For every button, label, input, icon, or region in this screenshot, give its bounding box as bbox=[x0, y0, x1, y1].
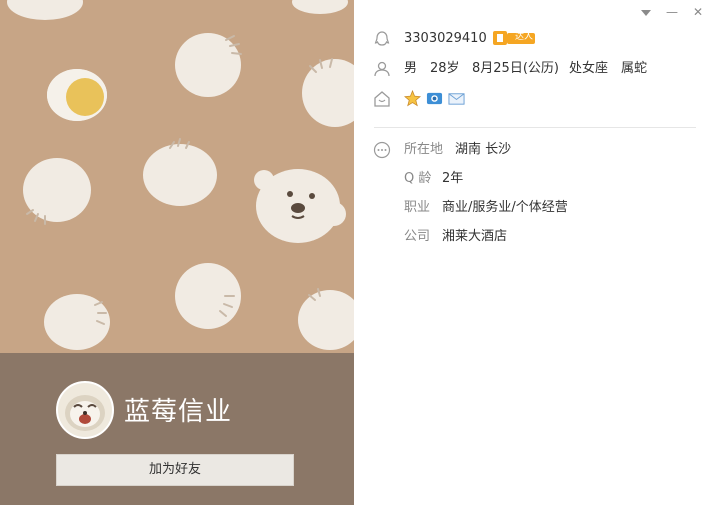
minimize-icon[interactable]: — bbox=[662, 2, 682, 22]
star-icon[interactable] bbox=[404, 90, 421, 107]
detail-value: 商业/服务业/个体经营 bbox=[442, 200, 568, 215]
service-icons-row bbox=[354, 88, 704, 110]
detail-row-company: 公司 湘莱大酒店 bbox=[354, 226, 704, 248]
detail-label: Q 龄 bbox=[404, 171, 432, 186]
more-icon bbox=[373, 141, 391, 159]
avatar-image bbox=[58, 383, 112, 437]
gender: 男 bbox=[404, 61, 418, 76]
home-icon bbox=[374, 91, 390, 107]
detail-row-qq-age: Q 龄 2年 bbox=[354, 168, 704, 190]
detail-value: 湖南 长沙 bbox=[455, 142, 512, 157]
divider bbox=[374, 127, 696, 128]
vip-badge[interactable]: 达人 bbox=[493, 30, 535, 54]
qq-penguin-icon bbox=[374, 31, 390, 46]
badge-label: 达人 bbox=[515, 32, 534, 42]
detail-label: 所在地 bbox=[404, 142, 444, 157]
person-icon bbox=[374, 61, 390, 77]
birthday: 8月25日(公历) bbox=[472, 61, 559, 76]
close-icon[interactable]: ✕ bbox=[688, 2, 704, 22]
avatar[interactable] bbox=[56, 381, 114, 439]
qq-number-row: 3303029410 达人 bbox=[354, 28, 704, 50]
detail-row-location: 所在地 湖南 长沙 bbox=[354, 139, 704, 161]
add-friend-button[interactable]: 加为好友 bbox=[56, 454, 294, 486]
detail-value: 湘莱大酒店 bbox=[442, 229, 508, 244]
age: 28岁 bbox=[430, 61, 460, 76]
chevron-down-icon[interactable] bbox=[636, 2, 656, 22]
detail-label: 职业 bbox=[404, 200, 431, 215]
mail-icon[interactable] bbox=[448, 90, 465, 107]
profile-left-panel: 蓝莓信业 加为好友 bbox=[0, 0, 354, 505]
profile-cover-image bbox=[0, 0, 354, 353]
nickname: 蓝莓信业 bbox=[124, 397, 233, 427]
dumpling-pattern-illustration bbox=[7, 0, 354, 350]
detail-label: 公司 bbox=[404, 229, 431, 244]
detail-row-occupation: 职业 商业/服务业/个体经营 bbox=[354, 197, 704, 219]
personal-info-row: 男 28岁 8月25日(公历) 处女座 属蛇 bbox=[354, 58, 704, 80]
qq-number: 3303029410 bbox=[404, 31, 487, 46]
profile-info-panel: — ✕ 3303029410 达人 男 28岁 8月25日(公历) 处女座 属蛇 bbox=[354, 0, 704, 505]
detail-value: 2年 bbox=[442, 171, 464, 186]
photo-icon[interactable] bbox=[426, 90, 443, 107]
profile-bottom-section: 蓝莓信业 加为好友 bbox=[0, 353, 354, 505]
chinese-zodiac: 属蛇 bbox=[621, 61, 648, 76]
zodiac: 处女座 bbox=[569, 61, 609, 76]
